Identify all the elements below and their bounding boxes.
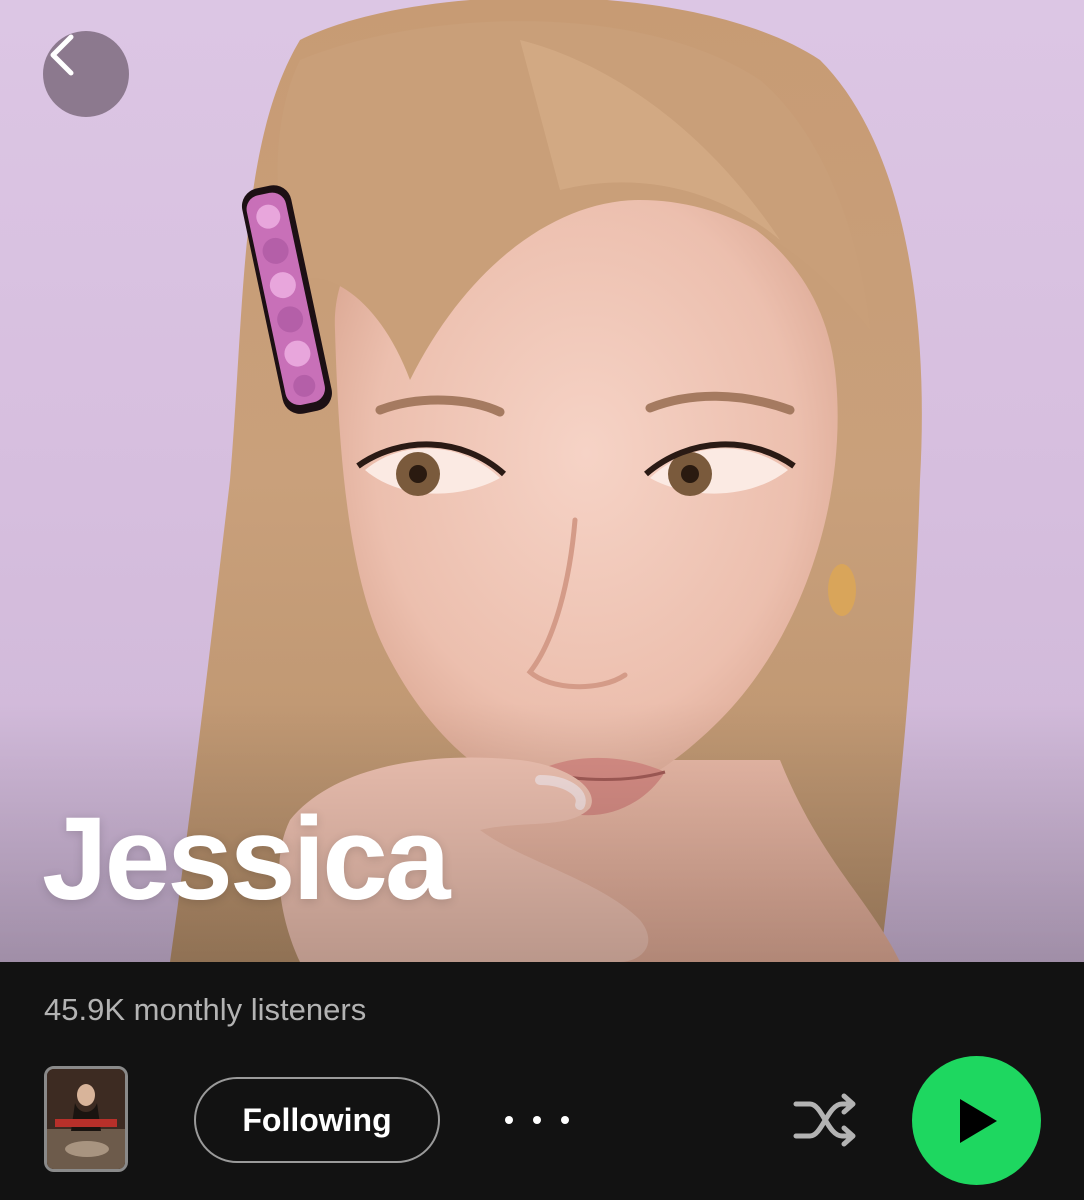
artist-page: Jessica 45.9K monthly listeners Followin… — [0, 0, 1084, 1200]
following-button[interactable]: Following — [194, 1077, 440, 1163]
monthly-listeners: 45.9K monthly listeners — [44, 992, 367, 1027]
shuffle-button[interactable] — [790, 1090, 862, 1150]
chevron-left-icon — [50, 34, 74, 76]
play-button[interactable] — [912, 1056, 1041, 1185]
play-icon — [959, 1098, 997, 1143]
shuffle-icon — [793, 1093, 856, 1147]
latest-release-thumbnail[interactable] — [44, 1066, 128, 1172]
ellipsis-icon-dot — [533, 1116, 541, 1124]
back-button[interactable] — [43, 31, 129, 117]
artist-name: Jessica — [42, 793, 451, 925]
ellipsis-icon — [505, 1116, 513, 1124]
album-cover-art — [47, 1069, 125, 1169]
artist-action-bar: 45.9K monthly listeners Following — [0, 962, 1084, 1200]
more-options-button[interactable] — [505, 1100, 569, 1140]
ellipsis-icon-dot — [561, 1116, 569, 1124]
artist-hero: Jessica — [0, 0, 1084, 962]
